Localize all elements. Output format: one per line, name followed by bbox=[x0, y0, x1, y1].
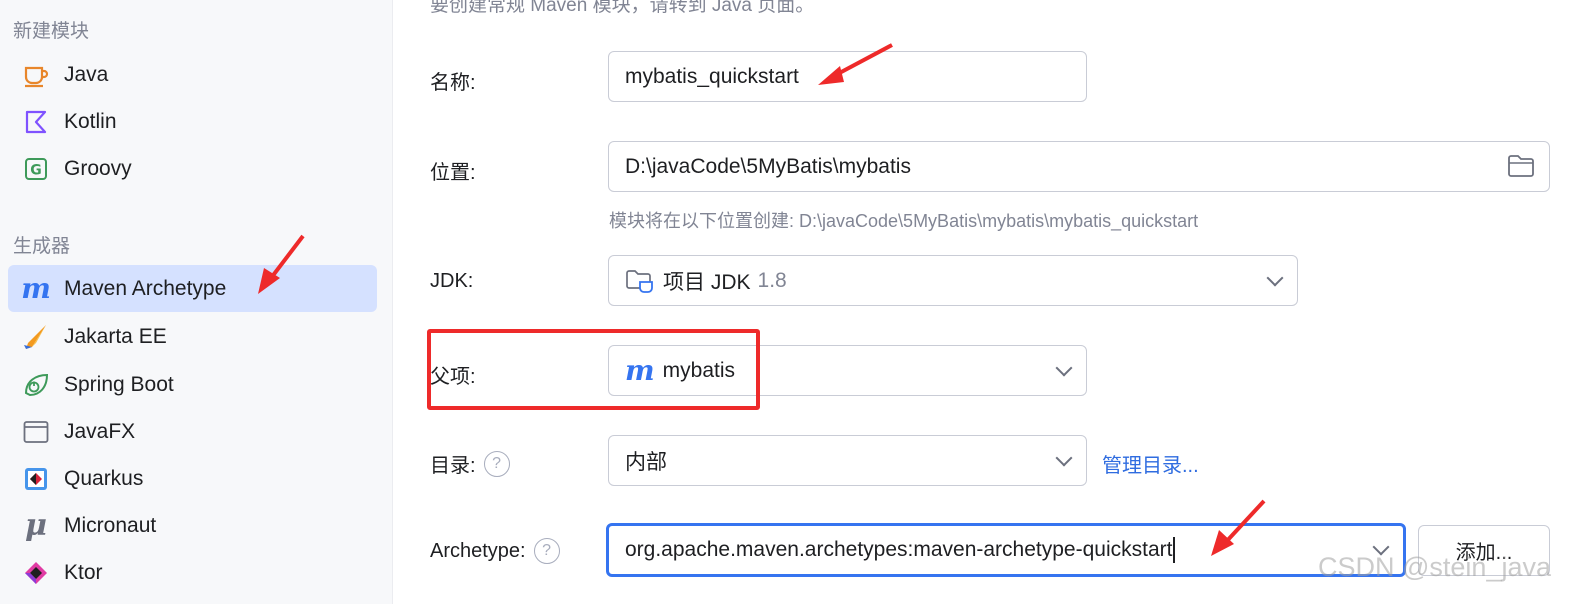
sidebar-item-quarkus[interactable]: Quarkus bbox=[8, 455, 377, 502]
jdk-value: 项目 JDK bbox=[663, 270, 751, 294]
watermark: CSDN @stein_java bbox=[1318, 552, 1551, 582]
catalog-label-text: 目录: bbox=[430, 455, 476, 477]
sidebar-item-ktor[interactable]: Ktor bbox=[8, 549, 377, 596]
location-label: 位置: bbox=[430, 156, 476, 185]
annotation-arrow-icon bbox=[818, 43, 893, 85]
jdk-label: JDK: bbox=[430, 270, 473, 293]
sidebar-item-micronaut[interactable]: μ Micronaut bbox=[8, 502, 377, 549]
sidebar-item-java[interactable]: Java bbox=[8, 51, 377, 98]
annotation-arrow-icon bbox=[258, 234, 305, 294]
sidebar-item-label: Ktor bbox=[64, 560, 103, 584]
catalog-dropdown[interactable]: 内部 bbox=[608, 435, 1087, 486]
quarkus-icon bbox=[22, 465, 50, 493]
sidebar-item-label: Spring Boot bbox=[64, 372, 174, 396]
sidebar-item-kotlin[interactable]: Kotlin bbox=[8, 98, 377, 145]
sidebar-item-label: Quarkus bbox=[64, 466, 144, 490]
chevron-down-icon bbox=[1266, 269, 1284, 286]
jdk-label-text: JDK: bbox=[430, 270, 474, 292]
sidebar-item-javafx[interactable]: JavaFX bbox=[8, 408, 377, 455]
archetype-label-text: Archetype: bbox=[430, 539, 526, 562]
name-value: mybatis_quickstart bbox=[625, 64, 799, 88]
jakarta-icon bbox=[22, 323, 50, 351]
maven-icon: m bbox=[21, 272, 51, 305]
jdk-version: 1.8 bbox=[757, 268, 787, 292]
folder-icon[interactable] bbox=[1507, 154, 1535, 184]
groovy-icon: G bbox=[22, 155, 50, 183]
location-hint: 模块将在以下位置创建: D:\javaCode\5MyBatis\mybatis… bbox=[609, 211, 1199, 231]
sidebar-item-label: Micronaut bbox=[64, 513, 157, 537]
help-icon[interactable]: ? bbox=[533, 538, 560, 564]
name-label-text: 名称: bbox=[430, 72, 476, 94]
javafx-icon bbox=[22, 418, 50, 446]
sidebar-item-spring-boot[interactable]: Spring Boot bbox=[8, 361, 377, 408]
section-header-new-module: 新建模块 bbox=[13, 21, 90, 42]
svg-text:G: G bbox=[30, 162, 42, 178]
catalog-label: 目录: ? bbox=[430, 449, 510, 478]
sidebar-item-label: Groovy bbox=[64, 156, 132, 180]
archetype-combobox[interactable]: org.apache.maven.archetypes:maven-archet… bbox=[606, 523, 1406, 577]
spring-boot-icon bbox=[22, 371, 50, 399]
text-caret bbox=[1173, 537, 1176, 563]
module-form: 要创建常规 Maven 模块，请转到 Java 页面。 名称: mybatis_… bbox=[394, 0, 1594, 604]
chevron-down-icon bbox=[1055, 359, 1073, 376]
location-value: D:\javaCode\5MyBatis\mybatis bbox=[625, 154, 911, 178]
location-input[interactable]: D:\javaCode\5MyBatis\mybatis bbox=[608, 141, 1550, 192]
micronaut-icon: μ bbox=[25, 508, 47, 543]
maven-module-hint: 要创建常规 Maven 模块，请转到 Java 页面。 bbox=[430, 0, 815, 16]
archetype-value: org.apache.maven.archetypes:maven-archet… bbox=[625, 538, 1173, 561]
sidebar: 新建模块 Java Kotlin G Groovy 生成器 m Maven Ar… bbox=[0, 0, 393, 604]
name-label: 名称: bbox=[430, 66, 476, 95]
kotlin-icon bbox=[22, 108, 50, 136]
manage-catalogs-link[interactable]: 管理目录... bbox=[1102, 449, 1199, 478]
archetype-label: Archetype: ? bbox=[430, 538, 560, 564]
section-header-generators: 生成器 bbox=[13, 236, 71, 257]
ktor-icon bbox=[22, 559, 50, 587]
sidebar-item-groovy[interactable]: G Groovy bbox=[8, 145, 377, 192]
annotation-highlight-box bbox=[427, 329, 760, 410]
java-cup-icon bbox=[22, 61, 50, 89]
sidebar-item-label: Jakarta EE bbox=[64, 324, 167, 348]
help-icon[interactable]: ? bbox=[483, 450, 510, 477]
sidebar-item-label: Kotlin bbox=[64, 109, 117, 133]
annotation-arrow-icon bbox=[1211, 499, 1266, 556]
sidebar-item-label: Java bbox=[64, 62, 109, 86]
sidebar-item-label: JavaFX bbox=[64, 419, 136, 443]
catalog-value: 内部 bbox=[625, 450, 667, 474]
sidebar-item-label: Maven Archetype bbox=[64, 276, 227, 300]
location-label-text: 位置: bbox=[430, 162, 476, 184]
jdk-folder-icon bbox=[625, 268, 655, 294]
jdk-dropdown[interactable]: 项目 JDK 1.8 bbox=[608, 255, 1298, 306]
chevron-down-icon bbox=[1055, 449, 1073, 466]
sidebar-item-maven-archetype[interactable]: m Maven Archetype bbox=[8, 265, 377, 312]
sidebar-item-jakarta-ee[interactable]: Jakarta EE bbox=[8, 313, 377, 360]
